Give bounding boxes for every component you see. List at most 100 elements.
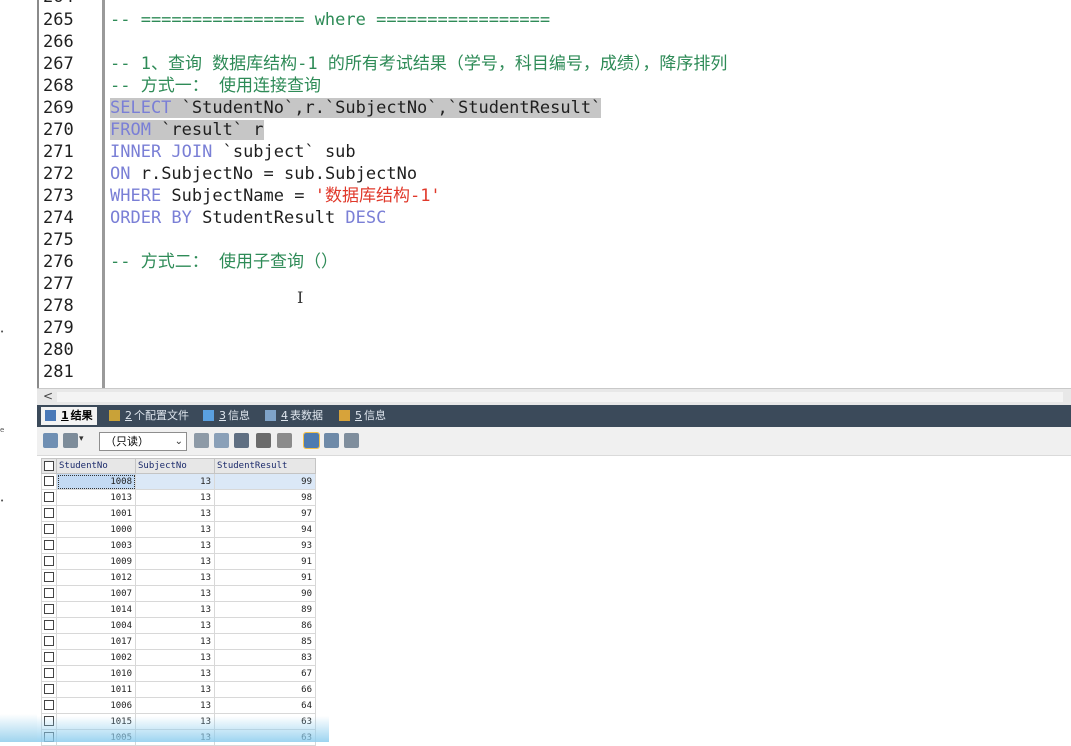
table-row[interactable]: 1013 13 98 — [41, 489, 316, 506]
cell-studentno[interactable]: 1008 — [56, 473, 136, 490]
tab-3[interactable]: 3 信息 — [199, 407, 254, 425]
cell-studentresult[interactable]: 64 — [214, 697, 316, 714]
cell-studentresult[interactable]: 85 — [214, 633, 316, 650]
row-checkbox[interactable] — [41, 633, 57, 650]
cell-studentno[interactable]: 1012 — [56, 569, 136, 586]
cell-subjectno[interactable]: 13 — [135, 553, 215, 570]
column-header-subjectno[interactable]: SubjectNo — [135, 458, 215, 474]
scrollbar-track[interactable] — [57, 392, 1063, 402]
row-checkbox[interactable] — [41, 569, 57, 586]
table-row[interactable]: 1011 13 66 — [41, 681, 316, 698]
row-checkbox[interactable] — [41, 649, 57, 666]
table-row[interactable]: 1009 13 91 — [41, 553, 316, 570]
cell-studentno[interactable]: 1002 — [56, 649, 136, 666]
row-checkbox[interactable] — [41, 617, 57, 634]
tab-4[interactable]: 4 表数据 — [261, 407, 327, 425]
row-checkbox[interactable] — [41, 681, 57, 698]
cell-studentresult[interactable]: 93 — [214, 537, 316, 554]
readonly-select[interactable]: （只读） ⌄ — [99, 432, 187, 451]
row-checkbox[interactable] — [41, 521, 57, 538]
cell-subjectno[interactable]: 13 — [135, 569, 215, 586]
cell-studentresult[interactable]: 98 — [214, 489, 316, 506]
cell-studentno[interactable]: 1010 — [56, 665, 136, 682]
cell-subjectno[interactable]: 13 — [135, 521, 215, 538]
save-icon[interactable] — [234, 433, 249, 448]
form-view-icon[interactable] — [324, 433, 339, 448]
cell-studentno[interactable]: 1007 — [56, 585, 136, 602]
horizontal-scrollbar[interactable]: < — [37, 388, 1071, 406]
cell-studentno[interactable]: 1009 — [56, 553, 136, 570]
row-checkbox[interactable] — [41, 489, 57, 506]
dropdown-chevron-icon[interactable]: ▾ — [79, 434, 84, 444]
table-row[interactable]: 1006 13 64 — [41, 697, 316, 714]
refresh-icon[interactable] — [194, 433, 209, 448]
cell-subjectno[interactable]: 13 — [135, 601, 215, 618]
cell-studentresult[interactable]: 66 — [214, 681, 316, 698]
cell-subjectno[interactable]: 13 — [135, 697, 215, 714]
cell-studentno[interactable]: 1006 — [56, 697, 136, 714]
row-checkbox[interactable] — [41, 665, 57, 682]
cell-studentno[interactable]: 1003 — [56, 537, 136, 554]
row-checkbox[interactable] — [41, 505, 57, 522]
cell-studentno[interactable]: 1017 — [56, 633, 136, 650]
cell-studentresult[interactable]: 91 — [214, 553, 316, 570]
table-row[interactable]: 1008 13 99 — [41, 473, 316, 490]
row-checkbox[interactable] — [41, 553, 57, 570]
cell-studentresult[interactable]: 99 — [214, 473, 316, 490]
cell-subjectno[interactable]: 13 — [135, 649, 215, 666]
cell-subjectno[interactable]: 13 — [135, 681, 215, 698]
row-checkbox[interactable] — [41, 537, 57, 554]
table-row[interactable]: 1004 13 86 — [41, 617, 316, 634]
cell-subjectno[interactable]: 13 — [135, 617, 215, 634]
table-row[interactable]: 1012 13 91 — [41, 569, 316, 586]
cell-studentno[interactable]: 1013 — [56, 489, 136, 506]
table-row[interactable]: 1017 13 85 — [41, 633, 316, 650]
cell-studentresult[interactable]: 83 — [214, 649, 316, 666]
cancel-icon[interactable] — [277, 433, 292, 448]
cell-studentresult[interactable]: 97 — [214, 505, 316, 522]
cell-subjectno[interactable]: 13 — [135, 585, 215, 602]
table-row[interactable]: 1007 13 90 — [41, 585, 316, 602]
tab-1[interactable]: 1 结果 — [41, 407, 97, 425]
cell-studentresult[interactable]: 89 — [214, 601, 316, 618]
delete-icon[interactable] — [256, 433, 271, 448]
tab-2[interactable]: 2 个配置文件 — [105, 407, 193, 425]
table-row[interactable]: 1010 13 67 — [41, 665, 316, 682]
cell-subjectno[interactable]: 13 — [135, 537, 215, 554]
cell-subjectno[interactable]: 13 — [135, 665, 215, 682]
row-checkbox[interactable] — [41, 697, 57, 714]
duplicate-row-icon[interactable] — [214, 433, 229, 448]
table-row[interactable]: 1001 13 97 — [41, 505, 316, 522]
text-view-icon[interactable] — [344, 433, 359, 448]
scroll-left-arrow-icon[interactable]: < — [43, 389, 53, 403]
cell-studentresult[interactable]: 90 — [214, 585, 316, 602]
grid-view-icon[interactable] — [303, 432, 320, 449]
cell-studentno[interactable]: 1011 — [56, 681, 136, 698]
view-mode-icon[interactable] — [63, 433, 78, 448]
column-header-studentno[interactable]: StudentNo — [56, 458, 136, 474]
cell-subjectno[interactable]: 13 — [135, 489, 215, 506]
table-row[interactable]: 1003 13 93 — [41, 537, 316, 554]
cell-studentno[interactable]: 1000 — [56, 521, 136, 538]
results-grid[interactable]: StudentNo SubjectNo StudentResult 1008 13… — [41, 458, 316, 746]
export-icon[interactable] — [43, 433, 58, 448]
sql-editor[interactable]: 264 265266267268269270271272273274275276… — [37, 0, 1071, 388]
row-checkbox[interactable] — [41, 585, 57, 602]
cell-subjectno[interactable]: 13 — [135, 633, 215, 650]
table-row[interactable]: 1002 13 83 — [41, 649, 316, 666]
cell-studentresult[interactable]: 94 — [214, 521, 316, 538]
cell-studentresult[interactable]: 86 — [214, 617, 316, 634]
cell-subjectno[interactable]: 13 — [135, 473, 215, 490]
table-row[interactable]: 1000 13 94 — [41, 521, 316, 538]
row-checkbox[interactable] — [41, 473, 57, 490]
cell-studentno[interactable]: 1014 — [56, 601, 136, 618]
table-row[interactable]: 1014 13 89 — [41, 601, 316, 618]
cell-studentno[interactable]: 1004 — [56, 617, 136, 634]
select-all-checkbox[interactable] — [41, 458, 57, 474]
tab-5[interactable]: 5 信息 — [335, 407, 390, 425]
column-header-studentresult[interactable]: StudentResult — [214, 458, 316, 474]
row-checkbox[interactable] — [41, 601, 57, 618]
cell-studentresult[interactable]: 91 — [214, 569, 316, 586]
cell-subjectno[interactable]: 13 — [135, 505, 215, 522]
cell-studentresult[interactable]: 67 — [214, 665, 316, 682]
